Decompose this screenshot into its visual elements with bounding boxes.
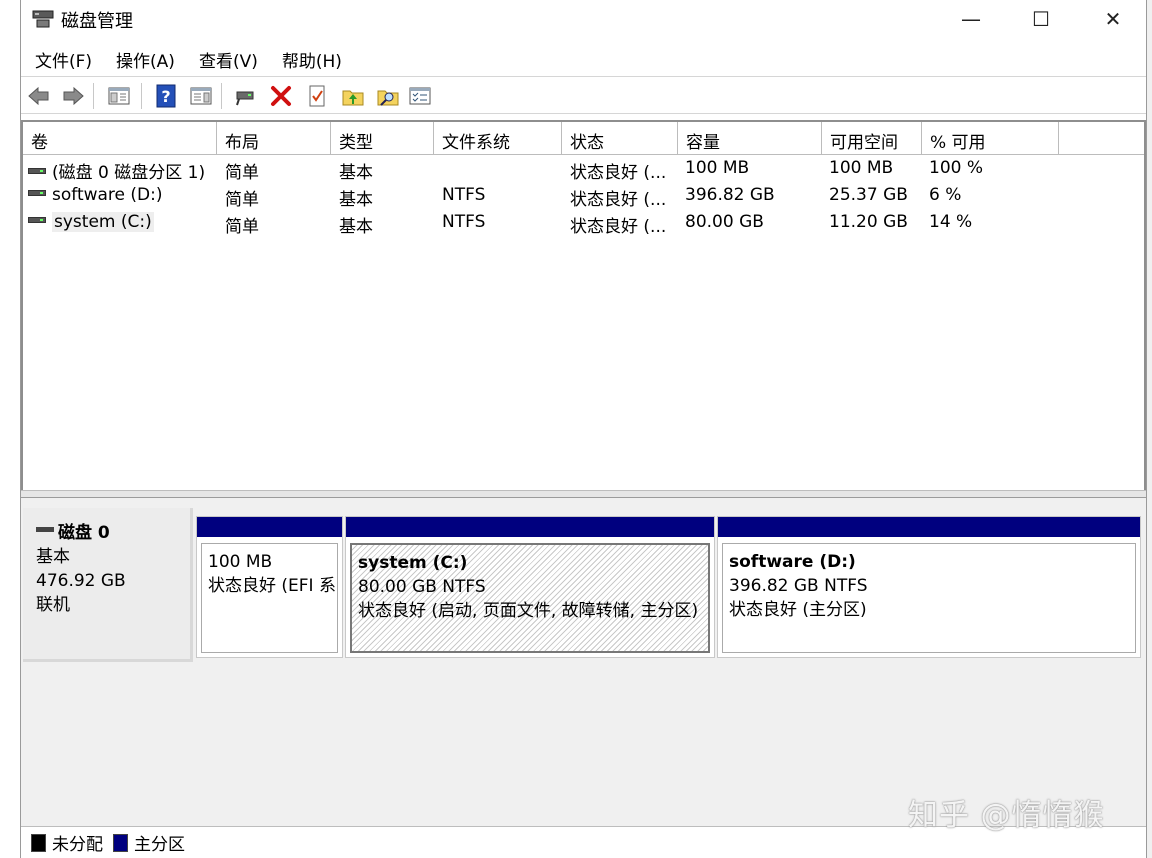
partition-status: 状态良好 (启动, 页面文件, 故障转储, 主分区) [358,601,699,621]
check-icon[interactable] [305,84,329,108]
disk-management-icon [32,10,54,28]
table-row[interactable]: software (D:) 简单 基本 NTFS 状态良好 (... 396.8… [23,182,1144,210]
disk-management-window: 磁盘管理 — ☐ ✕ 文件(F) 操作(A) 查看(V) 帮助(H) ? 卷 布… [20,0,1147,858]
partition-body: software (D:) 396.82 GB NTFS 状态良好 (主分区) [722,543,1136,653]
volume-cell: (磁盘 0 磁盘分区 1) [28,158,216,183]
column-layout[interactable]: 布局 [217,122,331,155]
volume-cell: system (C:) [28,212,216,232]
capacity-cell: 396.82 GB [685,185,775,205]
partition-bar [346,517,714,537]
column-percent-free[interactable]: % 可用 [922,122,1059,155]
menu-view[interactable]: 查看(V) [199,44,268,74]
volume-icon [28,168,46,174]
search-folder-icon[interactable] [376,84,400,108]
forward-icon[interactable] [61,84,85,108]
partition-title: software (D:) [729,552,856,572]
legend-unallocated: 未分配 [52,835,103,855]
partition-bar [718,517,1140,537]
table-row[interactable]: system (C:) 简单 基本 NTFS 状态良好 (... 80.00 G… [23,209,1144,237]
free-space-cell: 25.37 GB [829,185,908,205]
capacity-cell: 100 MB [685,158,750,178]
status-cell: 状态良好 (... [570,163,667,183]
unallocated-swatch [31,833,46,852]
menu-help[interactable]: 帮助(H) [282,44,352,74]
menu-bar: 文件(F) 操作(A) 查看(V) 帮助(H) [21,44,1146,74]
maximize-button[interactable]: ☐ [1006,0,1076,38]
desktop-background [0,0,20,858]
menu-file[interactable]: 文件(F) [35,44,102,74]
disk-state: 联机 [36,595,70,615]
minimize-button[interactable]: — [936,0,1006,38]
help-icon[interactable]: ? [154,84,178,108]
disk-icon [36,526,54,532]
status-cell: 状态良好 (... [570,190,667,210]
partition-software-d[interactable]: software (D:) 396.82 GB NTFS 状态良好 (主分区) [717,516,1141,658]
properties-view-icon[interactable] [189,84,213,108]
column-status[interactable]: 状态 [562,122,678,155]
toolbar-separator [141,83,142,109]
disk-size: 476.92 GB [36,571,126,591]
filesystem-cell: NTFS [442,212,486,232]
partition-body: system (C:) 80.00 GB NTFS 状态良好 (启动, 页面文件… [350,543,710,653]
volume-icon [28,217,46,223]
delete-icon[interactable] [269,84,293,108]
partition-title: system (C:) [358,553,468,573]
layout-cell: 简单 [225,163,259,183]
partition-efi[interactable]: 100 MB 状态良好 (EFI 系 [196,516,343,658]
back-icon[interactable] [27,84,51,108]
volume-list-header: 卷 布局 类型 文件系统 状态 容量 可用空间 % 可用 [23,122,1144,155]
svg-text:?: ? [161,87,170,106]
partition-bar [197,517,342,537]
disk-type: 基本 [36,547,70,567]
disk-graphical-view: 磁盘 0 基本 476.92 GB 联机 100 MB 状态良好 (EFI 系 … [21,498,1146,826]
partition-size: 396.82 GB NTFS [729,576,868,596]
console-tree-icon[interactable] [107,84,131,108]
disk-0-label[interactable]: 磁盘 0 基本 476.92 GB 联机 [23,508,193,662]
column-free-space[interactable]: 可用空间 [822,122,922,155]
folder-up-icon[interactable] [341,84,365,108]
percent-free-cell: 100 % [929,158,984,178]
watermark: 知乎 @惰惰猴 [908,798,1105,833]
type-cell: 基本 [339,190,373,210]
toolbar: ? [21,76,1146,114]
percent-free-cell: 6 % [929,185,962,205]
toolbar-separator [93,83,94,109]
connect-disk-icon[interactable] [233,84,257,108]
layout-cell: 简单 [225,217,259,237]
layout-cell: 简单 [225,190,259,210]
pane-splitter[interactable] [21,490,1146,498]
free-space-cell: 11.20 GB [829,212,908,232]
type-cell: 基本 [339,217,373,237]
volume-cell: software (D:) [28,185,216,205]
type-cell: 基本 [339,163,373,183]
partition-system-c[interactable]: system (C:) 80.00 GB NTFS 状态良好 (启动, 页面文件… [345,516,715,658]
column-filesystem[interactable]: 文件系统 [434,122,562,155]
column-capacity[interactable]: 容量 [678,122,822,155]
partition-size: 100 MB [208,552,273,572]
primary-partition-swatch [113,833,128,852]
filesystem-cell: NTFS [442,185,486,205]
close-button[interactable]: ✕ [1078,0,1148,38]
table-row[interactable]: (磁盘 0 磁盘分区 1) 简单 基本 状态良好 (... 100 MB 100… [23,155,1144,183]
title-bar: 磁盘管理 — ☐ ✕ [21,0,1146,38]
percent-free-cell: 14 % [929,212,973,232]
toolbar-separator [221,83,222,109]
free-space-cell: 100 MB [829,158,894,178]
capacity-cell: 80.00 GB [685,212,764,232]
legend-primary: 主分区 [134,835,185,855]
partition-body: 100 MB 状态良好 (EFI 系 [201,543,338,653]
window-title: 磁盘管理 [61,11,133,32]
status-cell: 状态良好 (... [570,217,667,237]
volume-list: 卷 布局 类型 文件系统 状态 容量 可用空间 % 可用 (磁盘 0 磁盘分区 … [21,120,1146,490]
column-volume[interactable]: 卷 [23,122,217,155]
column-type[interactable]: 类型 [331,122,434,155]
disk-name: 磁盘 0 [36,518,190,543]
menu-action[interactable]: 操作(A) [116,44,185,74]
partition-size: 80.00 GB NTFS [358,577,486,597]
settings-list-icon[interactable] [408,84,432,108]
partition-status: 状态良好 (EFI 系 [208,576,336,596]
volume-icon [28,190,46,196]
partition-status: 状态良好 (主分区) [729,600,867,620]
